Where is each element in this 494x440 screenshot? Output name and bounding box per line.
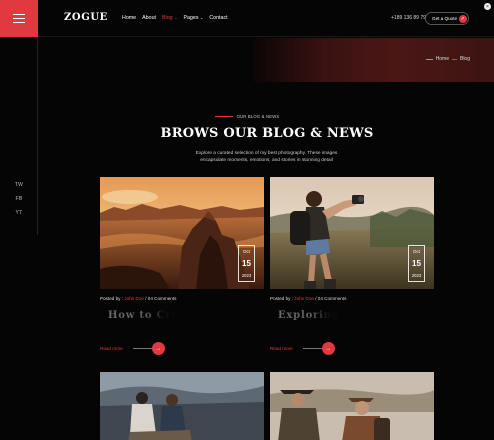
post-comments-link[interactable]: 04 Comments <box>148 296 177 301</box>
kicker-text: OUR BLOG & NEWS <box>236 114 280 119</box>
breadcrumb-home-link[interactable]: Home <box>436 56 449 62</box>
nav-item-blog[interactable]: Blog ⌄ <box>162 15 177 21</box>
arrow-right-icon: → <box>321 342 335 355</box>
post-meta: Posted by : John Doe / 04 Comments <box>100 296 176 301</box>
nav-item-pages[interactable]: Pages ⌄ <box>183 15 203 21</box>
post-day: 15 <box>242 259 251 268</box>
phone-number[interactable]: +189 136 89 79 <box>391 15 426 21</box>
menu-toggle-button[interactable] <box>0 0 38 37</box>
social-youtube-link[interactable]: YT <box>16 210 23 216</box>
social-twitter-link[interactable]: TW <box>15 182 23 188</box>
nav-label: Blog <box>161 14 173 21</box>
section-title: BROWS OUR BLOG & NEWS <box>160 126 374 141</box>
post-date-badge: Oct 15 2023 <box>408 245 425 282</box>
arrow-right-icon: → <box>151 342 165 355</box>
nav-item-home[interactable]: Home <box>122 15 136 21</box>
social-facebook-link[interactable]: FB <box>16 196 23 202</box>
blog-card[interactable]: Oct 15 2023 Posted by : John Doe / 04 Co… <box>270 177 434 355</box>
read-more-link[interactable]: Read more → <box>270 342 335 355</box>
post-comments-link[interactable]: 04 Comments <box>318 296 347 301</box>
nav-label: About <box>142 14 156 21</box>
main-nav: Home About Blog ⌄ Pages ⌄ Contact <box>122 15 228 21</box>
get-a-quote-button[interactable]: Get a Quote ↗ <box>425 12 469 25</box>
post-year: 2023 <box>411 273 422 278</box>
chevron-down-icon: ⌄ <box>174 15 178 20</box>
read-more-link[interactable]: Read more → <box>100 342 165 355</box>
social-links: TW FB YT <box>0 182 38 216</box>
posted-by-label: Posted by : <box>100 296 123 301</box>
post-image-desert[interactable]: Oct 15 2023 <box>100 177 264 289</box>
post-title[interactable]: How to Cre <box>108 310 179 321</box>
section-kicker: OUR BLOG & NEWS <box>0 114 494 119</box>
breadcrumb-line <box>425 58 433 60</box>
posted-by-label: Posted by : <box>270 296 293 301</box>
meta-separator: / <box>145 296 147 301</box>
meta-separator: / <box>315 296 317 301</box>
post-image-friends[interactable] <box>100 372 264 440</box>
kicker-line <box>214 116 233 117</box>
read-more-label: Read more <box>270 346 293 351</box>
nav-label: Contact <box>209 14 228 21</box>
read-more-label: Read more <box>100 346 123 351</box>
page-banner: Home Blog <box>252 38 494 82</box>
post-date-badge: Oct 15 2023 <box>238 245 255 282</box>
section-description: Explore a curated selection of my best p… <box>195 151 338 163</box>
breadcrumb: Home Blog <box>425 56 470 62</box>
read-more-line <box>302 348 322 349</box>
breadcrumb-separator <box>451 58 457 60</box>
chevron-down-icon: ⌄ <box>199 15 204 20</box>
post-year: 2023 <box>241 273 252 278</box>
close-icon[interactable]: × <box>484 3 491 10</box>
hamburger-menu-icon <box>13 14 25 23</box>
nav-item-contact[interactable]: Contact <box>209 15 227 21</box>
post-image-hiker[interactable]: Oct 15 2023 <box>270 177 434 289</box>
breadcrumb-current: Blog <box>459 56 470 62</box>
post-title[interactable]: Exploring <box>278 310 340 321</box>
nav-label: Pages <box>183 14 199 21</box>
nav-item-about[interactable]: About <box>142 15 156 21</box>
arrow-up-right-icon: ↗ <box>458 14 467 23</box>
post-author-link[interactable]: John Doe <box>124 296 144 301</box>
site-header: ZOGUE Home About Blog ⌄ Pages ⌄ Contact +1… <box>38 0 494 37</box>
nav-label: Home <box>122 14 137 21</box>
post-author-link[interactable]: John Doe <box>294 296 314 301</box>
post-day: 15 <box>412 259 421 268</box>
blog-card[interactable]: Oct 15 2023 Posted by : John Doe / 04 Co… <box>100 177 264 355</box>
site-logo[interactable]: ZOGUE <box>64 12 108 23</box>
quote-button-label: Get a Quote <box>432 16 458 21</box>
post-meta: Posted by : John Doe / 04 Comments <box>270 296 346 301</box>
post-month: Oct <box>242 249 250 254</box>
post-image-hikers[interactable] <box>270 372 434 440</box>
post-month: Oct <box>412 249 420 254</box>
read-more-line <box>132 348 152 349</box>
